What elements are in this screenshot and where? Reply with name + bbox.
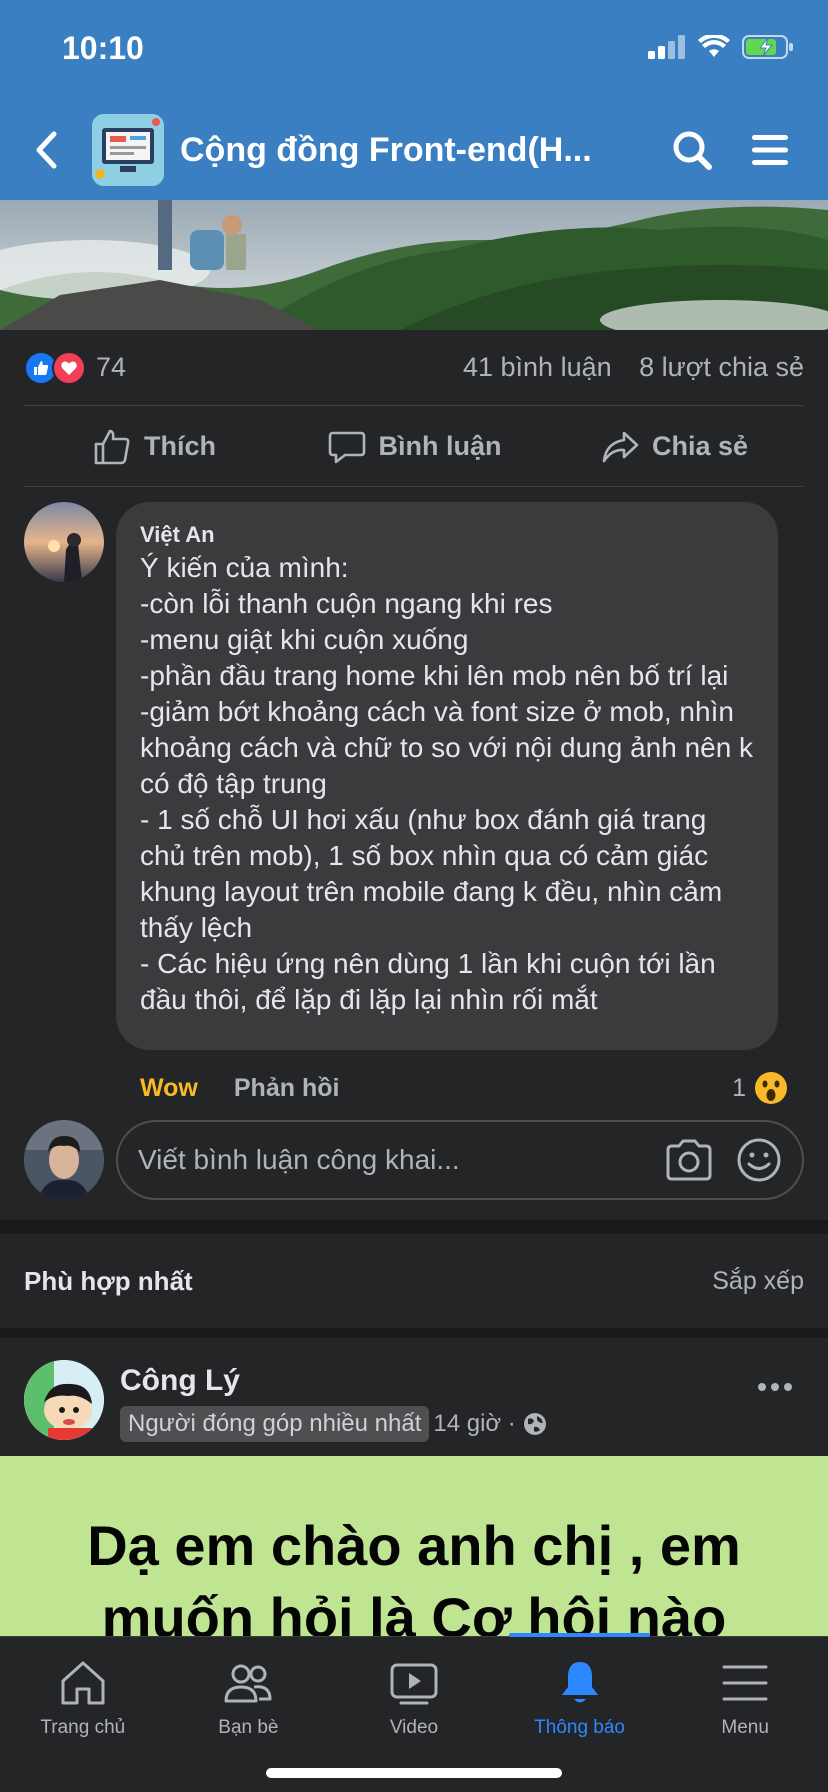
group-avatar[interactable] <box>92 114 164 186</box>
post-author-avatar[interactable] <box>24 1360 104 1440</box>
sort-title: Phù hợp nhất <box>24 1265 193 1296</box>
tab-friends-label: Bạn bè <box>218 1717 279 1738</box>
post-options-button[interactable] <box>758 1372 798 1402</box>
active-tab-indicator <box>508 1633 651 1637</box>
search-button[interactable] <box>652 100 732 200</box>
cover-photo <box>0 200 828 330</box>
bell-icon <box>561 1662 598 1703</box>
video-icon <box>390 1663 438 1705</box>
friends-icon <box>224 1664 272 1703</box>
battery-icon <box>742 35 793 59</box>
globe-icon <box>523 1413 546 1435</box>
home-indicator <box>266 1768 562 1778</box>
post-meta: Người đóng góp nhiều nhất 14 giờ · <box>120 1406 548 1442</box>
status-bar: 10:10 <box>0 0 828 100</box>
comment-label: Bình luận <box>378 431 502 461</box>
status-icons <box>648 34 794 60</box>
section-divider <box>0 1220 828 1234</box>
like-button[interactable]: Thích <box>24 427 284 467</box>
post-author-name[interactable]: Công Lý <box>120 1364 240 1398</box>
sort-button[interactable]: Sắp xếp <box>712 1267 804 1296</box>
post-text: Dạ em chào anh chị , em muốn hỏi là Cơ h… <box>87 1514 741 1636</box>
chevron-left-icon <box>36 131 57 169</box>
group-title: Cộng đồng Front-end(H... <box>180 130 592 169</box>
tab-notifications-label: Thông báo <box>534 1717 625 1738</box>
tab-home-label: Trang chủ <box>40 1717 126 1738</box>
signal-icon <box>648 35 685 59</box>
contributor-badge[interactable]: Người đóng góp nhiều nhất <box>120 1406 430 1442</box>
share-count[interactable]: 8 lượt chia sẻ <box>639 352 804 382</box>
camera-icon[interactable] <box>664 1138 714 1182</box>
reaction-count: 74 <box>96 352 127 382</box>
love-reaction-icon <box>52 350 86 385</box>
my-avatar[interactable] <box>24 1120 104 1200</box>
wifi-icon <box>698 35 730 57</box>
search-icon <box>673 131 712 170</box>
emoji-icon[interactable] <box>736 1137 782 1183</box>
share-button[interactable]: Chia sẻ <box>544 427 804 467</box>
comment-bubble[interactable]: Việt An Ý kiến của mình: -còn lỗi thanh … <box>116 502 778 1050</box>
status-time: 10:10 <box>62 30 144 66</box>
reaction-icons <box>24 350 86 385</box>
sort-row: Phù hợp nhất Sắp xếp <box>0 1234 828 1328</box>
back-button[interactable] <box>0 100 92 200</box>
more-dot <box>758 1383 766 1391</box>
tab-menu-label: Menu <box>721 1717 769 1738</box>
post-actions: Thích Bình luận Chia sẻ <box>24 407 804 487</box>
like-label: Thích <box>144 431 216 461</box>
comment-reaction-count: 1 <box>732 1073 746 1102</box>
hamburger-icon <box>752 135 788 165</box>
post-time[interactable]: 14 giờ · <box>433 1410 515 1438</box>
post-area: 74 41 bình luận 8 lượt chia sẻ Thích Bìn… <box>0 330 828 1220</box>
menu-icon <box>722 1665 768 1701</box>
bottom-nav: Trang chủ Bạn bè Video Thông báo Menu <box>0 1633 828 1792</box>
tab-home[interactable]: Trang chủ <box>0 1637 166 1792</box>
comment-reaction-label[interactable]: Wow <box>140 1074 198 1103</box>
comment-text: Ý kiến của mình: -còn lỗi thanh cuộn nga… <box>140 552 754 1015</box>
post-header: Công Lý Người đóng góp nhiều nhất 14 giờ… <box>0 1338 828 1456</box>
thumbs-up-icon <box>94 429 130 464</box>
reactions-summary[interactable]: 74 41 bình luận 8 lượt chia sẻ <box>24 330 804 406</box>
wow-reaction-icon[interactable] <box>754 1071 788 1105</box>
comment-count[interactable]: 41 bình luận <box>463 352 612 382</box>
tab-menu[interactable]: Menu <box>662 1637 828 1792</box>
group-header: Cộng đồng Front-end(H... <box>0 100 828 200</box>
section-divider <box>0 1328 828 1338</box>
comment-button[interactable]: Bình luận <box>284 427 544 467</box>
comment-icon <box>328 431 365 463</box>
menu-button[interactable] <box>730 100 810 200</box>
post-content[interactable]: Dạ em chào anh chị , em muốn hỏi là Cơ h… <box>0 1456 828 1636</box>
home-icon <box>61 1661 105 1705</box>
tab-video-label: Video <box>389 1717 439 1738</box>
comment-input[interactable]: Viết bình luận công khai... <box>116 1120 804 1200</box>
comment-meta: Wow Phản hồi 1 <box>140 1068 788 1108</box>
more-dot <box>771 1383 779 1391</box>
comment-input-placeholder: Viết bình luận công khai... <box>138 1144 460 1175</box>
commenter-avatar[interactable] <box>24 502 104 582</box>
comment-author[interactable]: Việt An <box>140 522 754 548</box>
share-label: Chia sẻ <box>651 431 749 461</box>
write-comment-row: Viết bình luận công khai... <box>24 1120 804 1200</box>
share-icon <box>602 431 639 462</box>
reply-button[interactable]: Phản hồi <box>234 1074 340 1103</box>
post-stats: 41 bình luận 8 lượt chia sẻ <box>443 352 804 383</box>
more-dot <box>784 1383 792 1391</box>
